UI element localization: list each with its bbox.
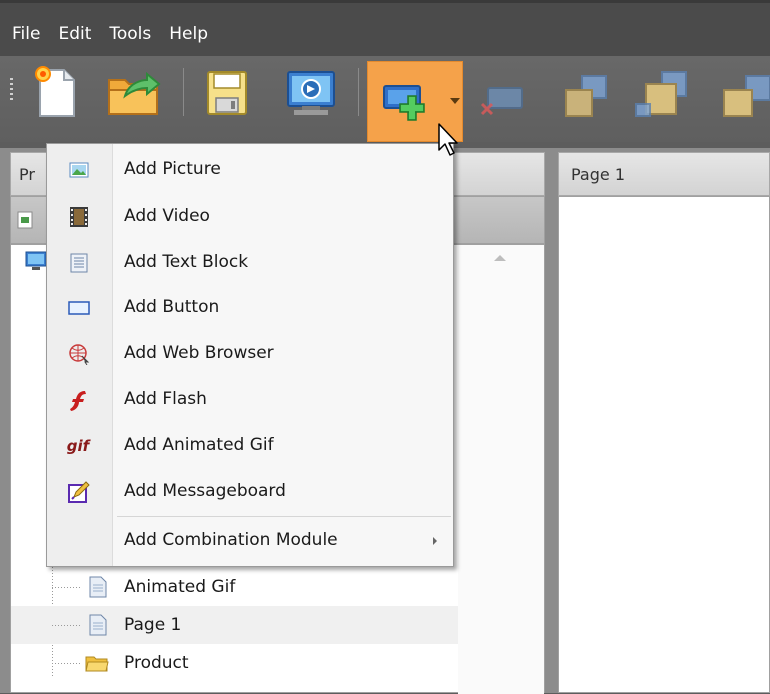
tree-connector	[52, 625, 82, 626]
menu-item-add-messageboard[interactable]: Add Messageboard	[47, 469, 453, 515]
add-page-icon[interactable]	[17, 211, 35, 229]
menu-item-add-animated-gif[interactable]: gif Add Animated Gif	[47, 423, 453, 469]
menu-item-add-picture[interactable]: Add Picture	[47, 147, 453, 193]
button-icon	[67, 296, 91, 320]
flash-icon	[67, 388, 91, 412]
toolbar	[0, 56, 770, 142]
menu-item-label: Add Web Browser	[124, 343, 274, 363]
submenu-arrow-icon	[433, 537, 437, 545]
project-root-icon[interactable]	[25, 250, 47, 272]
tree-item-label: Page 1	[124, 615, 182, 635]
delete-module-icon	[480, 87, 523, 116]
page-panel-title: Page 1	[571, 165, 625, 184]
project-panel-title: Pr	[19, 165, 35, 184]
send-backward-button[interactable]	[632, 62, 692, 122]
delete-module-button[interactable]	[470, 62, 530, 122]
tree-item-label: Product	[124, 653, 189, 673]
page-icon	[89, 576, 107, 598]
publish-icon	[287, 71, 335, 115]
menu-item-add-text-block[interactable]: Add Text Block	[47, 240, 453, 286]
tree-item-page-1[interactable]: Page 1	[11, 606, 460, 644]
new-button[interactable]	[28, 62, 88, 122]
menu-item-add-combination-module[interactable]: Add Combination Module	[47, 518, 453, 564]
menu-item-label: Add Button	[124, 297, 220, 317]
scroll-up-arrow-icon[interactable]	[494, 255, 506, 261]
messageboard-icon	[67, 480, 91, 504]
bring-to-front-button[interactable]	[712, 62, 770, 122]
menu-edit[interactable]: Edit	[58, 24, 91, 44]
menu-item-label: Add Combination Module	[124, 530, 338, 550]
menu-item-label: Add Text Block	[124, 252, 249, 272]
tree-scrollbar[interactable]	[458, 245, 544, 694]
menu-help[interactable]: Help	[169, 24, 208, 44]
tree-item-animated-gif[interactable]: Animated Gif	[11, 568, 460, 606]
save-button[interactable]	[196, 62, 256, 122]
menu-item-add-button[interactable]: Add Button	[47, 285, 453, 331]
open-button[interactable]	[103, 62, 163, 122]
menu-separator	[117, 516, 451, 517]
toolbar-separator	[183, 68, 184, 116]
tree-connector	[52, 587, 82, 588]
menu-item-add-video[interactable]: Add Video	[47, 194, 453, 240]
menu-item-label: Add Animated Gif	[124, 435, 274, 455]
video-icon	[67, 205, 91, 229]
toolbar-grip-handle[interactable]	[10, 78, 13, 100]
mouse-cursor-icon	[438, 123, 458, 156]
tree-item-product[interactable]: Product	[11, 644, 460, 682]
gif-icon-text: gif	[66, 437, 90, 455]
gif-icon: gif	[63, 434, 93, 458]
add-module-dropdown: Add Picture Add Video Add Text Block Add…	[46, 143, 454, 567]
menu-item-label: Add Picture	[124, 159, 221, 179]
menu-bar: File Edit Tools Help	[0, 0, 770, 56]
folder-icon	[85, 656, 109, 672]
tree-item-label: Animated Gif	[124, 577, 236, 597]
page-panel: Page 1	[546, 148, 770, 693]
publish-button[interactable]	[280, 62, 340, 122]
text-block-icon	[67, 251, 91, 275]
web-browser-icon	[67, 342, 91, 366]
bring-forward-icon	[565, 75, 607, 117]
page-panel-tab[interactable]: Page 1	[558, 152, 770, 196]
bring-to-front-icon	[723, 75, 770, 117]
menu-tools[interactable]: Tools	[109, 24, 151, 44]
bring-forward-button[interactable]	[556, 62, 616, 122]
page-icon	[89, 614, 107, 636]
menu-item-add-flash[interactable]: Add Flash	[47, 377, 453, 423]
tree-connector	[52, 663, 82, 664]
save-icon	[207, 71, 247, 115]
page-canvas[interactable]	[558, 196, 770, 693]
chevron-down-icon[interactable]	[450, 98, 460, 104]
send-backward-icon	[635, 71, 687, 117]
picture-icon	[67, 158, 91, 182]
menu-item-add-web-browser[interactable]: Add Web Browser	[47, 331, 453, 377]
toolbar-separator	[358, 68, 359, 116]
menu-item-label: Add Flash	[124, 389, 207, 409]
menu-item-label: Add Video	[124, 206, 210, 226]
new-icon	[35, 66, 75, 117]
menu-item-label: Add Messageboard	[124, 481, 286, 501]
open-icon	[108, 71, 161, 115]
menu-file[interactable]: File	[12, 24, 40, 44]
